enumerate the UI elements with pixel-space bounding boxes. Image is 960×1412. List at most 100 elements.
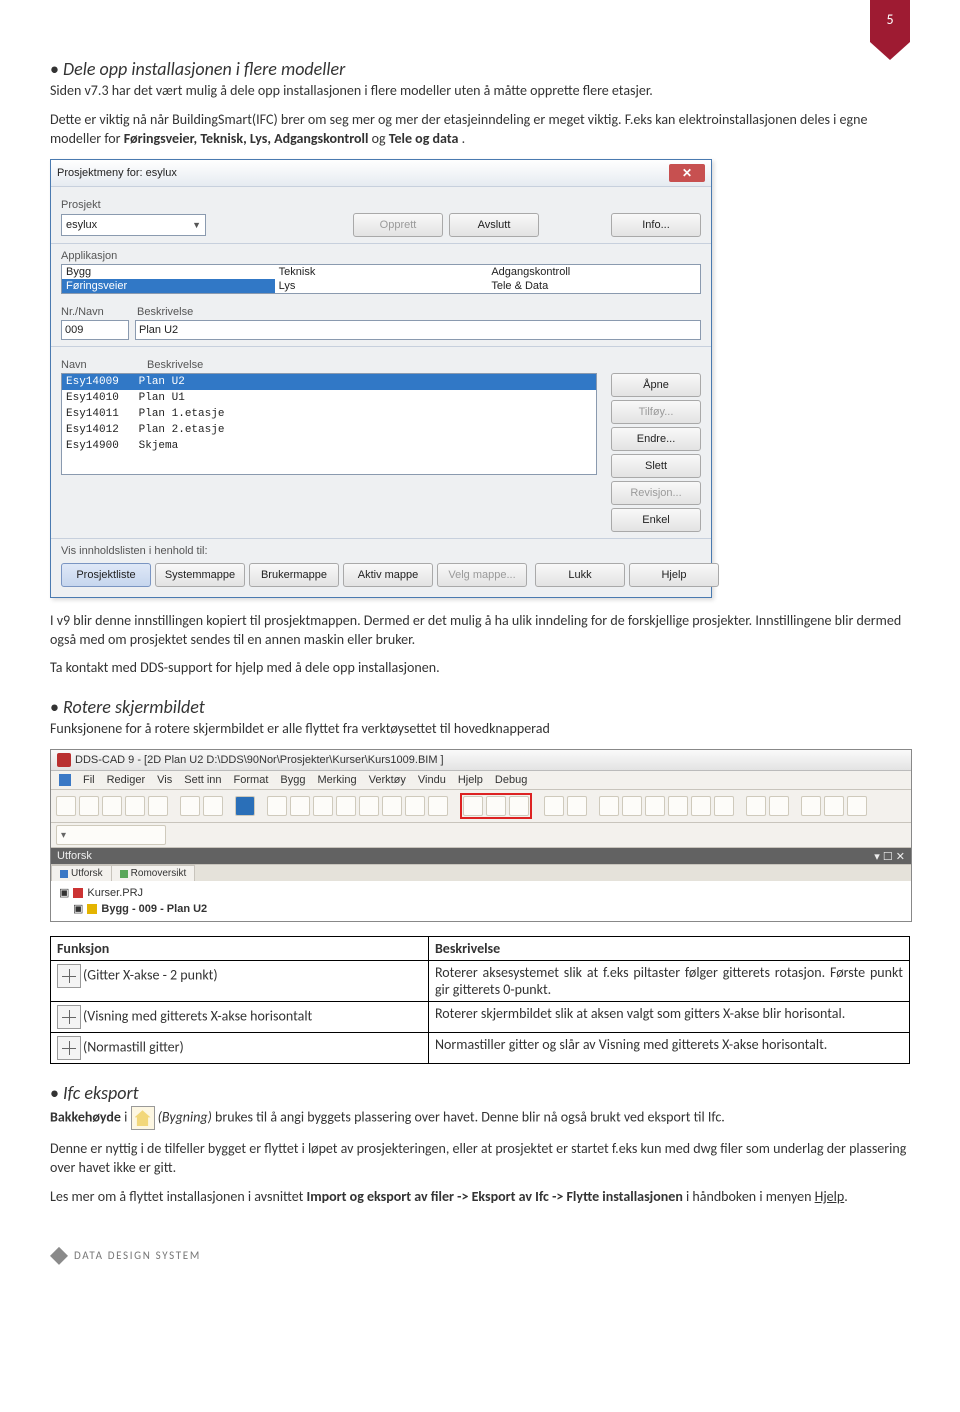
- tb-icon[interactable]: [180, 796, 200, 816]
- tilfoy-button[interactable]: Tilføy...: [611, 400, 701, 424]
- app-item[interactable]: Bygg: [62, 265, 275, 279]
- tb-icon[interactable]: [336, 796, 356, 816]
- lukk-button[interactable]: Lukk: [535, 563, 625, 587]
- menu-item[interactable]: Hjelp: [458, 774, 483, 786]
- tb-icon[interactable]: [102, 796, 122, 816]
- list-item[interactable]: Esy14900 Skjema: [62, 438, 596, 454]
- tb-icon[interactable]: [668, 796, 688, 816]
- list-item[interactable]: Esy14009 Plan U2: [62, 374, 596, 390]
- text: brukes til å angi byggets plassering ove…: [212, 1109, 725, 1126]
- aktivmappe-button[interactable]: Aktiv mappe: [343, 563, 433, 587]
- list-item[interactable]: Esy14010 Plan U1: [62, 390, 596, 406]
- menu-item[interactable]: Debug: [495, 774, 527, 786]
- avslutt-button[interactable]: Avslutt: [449, 213, 539, 237]
- text: og: [372, 130, 389, 147]
- project-combobox[interactable]: esylux ▼: [61, 214, 206, 236]
- function-table: Funksjon Beskrivelse (Gitter X-akse - 2 …: [50, 936, 910, 1064]
- revisjon-button[interactable]: Revisjon...: [611, 481, 701, 505]
- tb-icon[interactable]: [746, 796, 766, 816]
- app-titlebar: DDS-CAD 9 - [2D Plan U2 D:\DDS\90Nor\Pro…: [51, 750, 911, 771]
- tb-icon[interactable]: [203, 796, 223, 816]
- label-nrnavn: Nr./Navn: [61, 306, 131, 318]
- tb-icon[interactable]: [382, 796, 402, 816]
- file-listbox[interactable]: Esy14009 Plan U2 Esy14010 Plan U1 Esy140…: [61, 373, 597, 475]
- slett-button[interactable]: Slett: [611, 454, 701, 478]
- label-applikasjon: Applikasjon: [61, 250, 701, 262]
- tb-icon[interactable]: [56, 796, 76, 816]
- endre-button[interactable]: Endre...: [611, 427, 701, 451]
- rotate-group-highlighted: [460, 793, 532, 819]
- tb-icon[interactable]: [691, 796, 711, 816]
- tab-utforsk[interactable]: Utforsk: [51, 865, 112, 881]
- tb-icon[interactable]: [428, 796, 448, 816]
- tb-icon[interactable]: [622, 796, 642, 816]
- tb-icon[interactable]: [148, 796, 168, 816]
- tb-icon[interactable]: [290, 796, 310, 816]
- tb-icon[interactable]: [645, 796, 665, 816]
- beskrivelse-input[interactable]: Plan U2: [135, 320, 701, 340]
- app-screenshot: DDS-CAD 9 - [2D Plan U2 D:\DDS\90Nor\Pro…: [50, 749, 912, 922]
- text-underline: Hjelp: [815, 1188, 845, 1205]
- app-item-selected[interactable]: Føringsveier: [62, 279, 275, 293]
- menu-item[interactable]: Merking: [317, 774, 356, 786]
- tb-icon[interactable]: [235, 796, 255, 816]
- tb-icon[interactable]: [769, 796, 789, 816]
- tree-node[interactable]: Bygg - 009 - Plan U2: [101, 901, 207, 917]
- text-bold: Import og eksport av filer -> Eksport av…: [307, 1188, 683, 1205]
- menu-item[interactable]: Sett inn: [184, 774, 221, 786]
- menu-item[interactable]: Vis: [157, 774, 172, 786]
- app-item[interactable]: Adgangskontroll: [487, 265, 700, 279]
- info-button[interactable]: Info...: [611, 213, 701, 237]
- tb-icon[interactable]: [544, 796, 564, 816]
- tb-icon[interactable]: [267, 796, 287, 816]
- para-s2-1: Funksjonene for å rotere skjermbildet er…: [50, 720, 910, 739]
- tb-icon[interactable]: [599, 796, 619, 816]
- list-item[interactable]: Esy14011 Plan 1.etasje: [62, 406, 596, 422]
- tb-icon[interactable]: [801, 796, 821, 816]
- para-s1-1: Siden v7.3 har det vært mulig å dele opp…: [50, 82, 910, 101]
- tb-icon[interactable]: [714, 796, 734, 816]
- reset-grid-icon[interactable]: [509, 796, 529, 816]
- tree-node[interactable]: Kurser.PRJ: [87, 885, 143, 901]
- app-item[interactable]: Tele & Data: [487, 279, 700, 293]
- enkel-button[interactable]: Enkel: [611, 508, 701, 532]
- tb-icon[interactable]: [79, 796, 99, 816]
- para-ifc-2: Denne er nyttig i de tilfeller bygget er…: [50, 1140, 910, 1178]
- app-item[interactable]: Teknisk: [275, 265, 488, 279]
- tb-icon[interactable]: [567, 796, 587, 816]
- apne-button[interactable]: Åpne: [611, 373, 701, 397]
- velgmappe-button[interactable]: Velg mappe...: [437, 563, 527, 587]
- project-tree[interactable]: ▣Kurser.PRJ ▣Bygg - 009 - Plan U2: [51, 881, 911, 921]
- menu-item[interactable]: Vindu: [418, 774, 446, 786]
- text: i håndboken i menyen: [686, 1188, 815, 1205]
- floor-icon: [87, 904, 97, 914]
- brukermappe-button[interactable]: Brukermappe: [249, 563, 339, 587]
- tb-icon[interactable]: [824, 796, 844, 816]
- opprett-button[interactable]: Opprett: [353, 213, 443, 237]
- tb-icon[interactable]: [359, 796, 379, 816]
- menu-item[interactable]: Verktøy: [369, 774, 406, 786]
- menu-item[interactable]: Bygg: [280, 774, 305, 786]
- menu-item[interactable]: Fil: [83, 774, 95, 786]
- systemmappe-button[interactable]: Systemmappe: [155, 563, 245, 587]
- nr-input[interactable]: 009: [61, 320, 129, 340]
- hjelp-button[interactable]: Hjelp: [629, 563, 719, 587]
- text-bold: Tele og data: [389, 130, 459, 147]
- menu-item[interactable]: Format: [234, 774, 269, 786]
- tb-icon[interactable]: [313, 796, 333, 816]
- tb-icon[interactable]: [125, 796, 145, 816]
- rotate-view-icon[interactable]: [486, 796, 506, 816]
- app-item[interactable]: Lys: [275, 279, 488, 293]
- tab-romoversikt[interactable]: Romoversikt: [111, 865, 196, 881]
- prosjektliste-button[interactable]: Prosjektliste: [61, 563, 151, 587]
- tb-icon[interactable]: [405, 796, 425, 816]
- rotate-grid-icon[interactable]: [463, 796, 483, 816]
- tb-icon[interactable]: [847, 796, 867, 816]
- para-mid-2: Ta kontakt med DDS-support for hjelp med…: [50, 659, 910, 678]
- layer-combo[interactable]: ▾: [56, 825, 166, 845]
- menu-item[interactable]: Rediger: [107, 774, 146, 786]
- app-listbox[interactable]: Bygg Føringsveier Teknisk Lys Adgangskon…: [61, 264, 701, 294]
- list-item[interactable]: Esy14012 Plan 2.etasje: [62, 422, 596, 438]
- close-icon[interactable]: ✕: [669, 164, 705, 182]
- label-prosjekt: Prosjekt: [61, 199, 701, 211]
